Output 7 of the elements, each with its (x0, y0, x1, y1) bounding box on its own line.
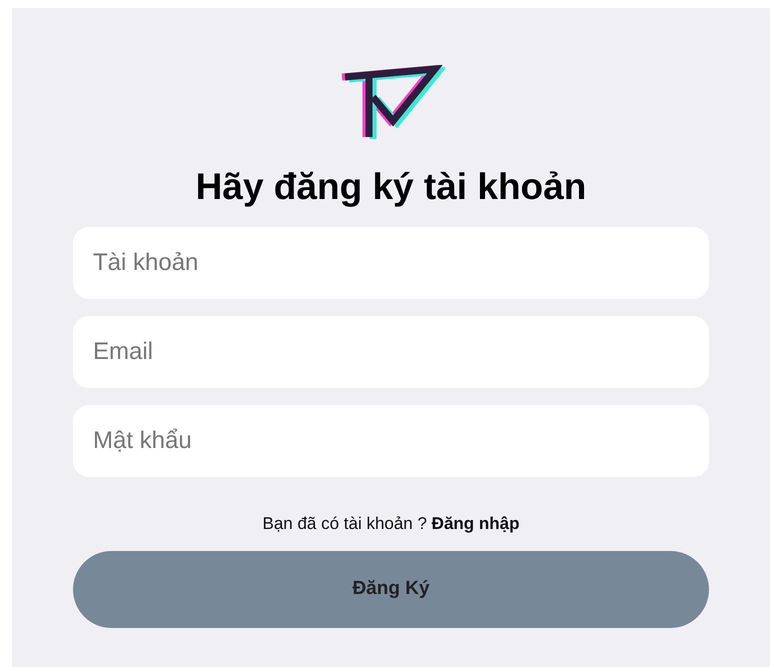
input-field[interactable]: Tài khoản (73, 227, 709, 299)
login-prompt: Bạn đã có tài khoản ? Đăng nhập (262, 513, 520, 535)
register-button[interactable]: Đăng Ký (73, 550, 709, 628)
page-title: Hãy đăng ký tài khoản (196, 165, 586, 209)
input-field[interactable]: Email (73, 316, 709, 388)
input-field[interactable]: Mật khẩu (73, 405, 709, 477)
login-link[interactable]: Đăng nhập (432, 514, 520, 533)
